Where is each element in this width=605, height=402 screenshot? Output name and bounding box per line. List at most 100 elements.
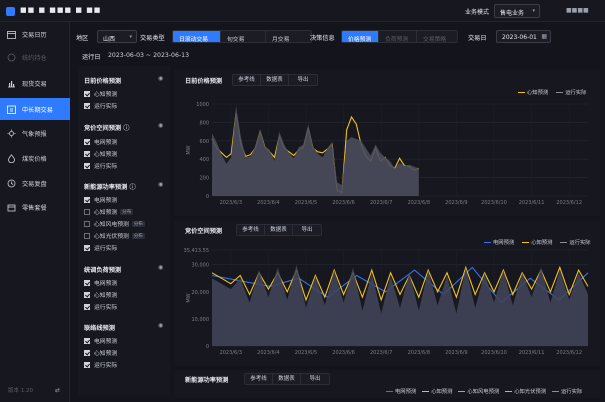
renew-legend: 电网预测 心知预测 心知风电预测 心知光伏预测 运行实际 — [386, 387, 582, 395]
legend-item[interactable]: 心知光伏预测 — [505, 387, 546, 395]
distribution-tag: 分布 — [131, 232, 145, 239]
y-tick-label: 600 — [199, 139, 209, 145]
trade-date-value: 2023-06-01 — [502, 34, 537, 41]
sidebar-item-mid-long[interactable]: 中长期交易 — [0, 98, 70, 120]
tab-export[interactable]: 导出 — [301, 374, 329, 384]
sidebar-item-review[interactable]: 交易复盘 — [0, 172, 70, 194]
checkbox-tie-grid[interactable]: 电网预测 — [84, 336, 117, 345]
price-chart[interactable]: 0 200 400 600 800 1000 MW 2023/6/3 2023/6/4 2023/… — [174, 70, 600, 216]
price-chart-panel: 日前价格预测 参考线 数据表 导出 心知预测 运行实际 0 200 400 600 80… — [174, 70, 600, 216]
legend-item[interactable]: 运行实际 — [552, 387, 582, 395]
checkbox-label: 运行实际 — [94, 104, 118, 110]
eye-icon[interactable]: ◉ — [158, 264, 163, 271]
y-tick-label: 200 — [199, 176, 209, 182]
checkbox-box — [84, 361, 90, 368]
checkbox-box — [84, 90, 90, 97]
renew-chart-title: 新能源功率预测 — [185, 377, 229, 384]
sidebar-item-spot[interactable]: 现货交易 — [0, 72, 70, 94]
trade-date-label: 交易日 — [468, 35, 487, 42]
sidebar-item-position[interactable]: 统约持仓 — [0, 46, 70, 68]
group-title-renew: 新能源功率预测 ⓘ — [84, 184, 136, 191]
filter-bar: 地区 山西 ▾ 交易类型 日滚动交易 旬交易 月交易 决策信息 价格预测 负荷预… — [70, 22, 605, 64]
x-tick-label: 2023/6/12 — [556, 350, 582, 356]
decision-label: 决策信息 — [310, 35, 335, 42]
checkbox-price-actual[interactable]: 运行实际 — [84, 101, 117, 110]
checkbox-renew-xz[interactable]: 心知预测 分布 — [84, 207, 134, 216]
checkbox-renew-grid[interactable]: 电网预测 — [84, 195, 117, 204]
checkbox-bid-xz[interactable]: 心知预测 — [84, 149, 117, 158]
sidebar-item-weather[interactable]: 气象预报 — [0, 122, 70, 144]
checkbox-box — [84, 232, 90, 239]
trade-date-picker[interactable]: 2023-06-01 ▦ — [496, 30, 551, 43]
legend-item[interactable]: 心知风电预测 — [458, 387, 499, 395]
x-tick-label: 2023/6/7 — [370, 350, 392, 356]
decision-price-forecast[interactable]: 价格预测 — [342, 31, 379, 42]
checkbox-bid-grid[interactable]: 电网预测 — [84, 137, 117, 146]
calendar-icon: ▦ — [541, 33, 547, 40]
collapse-icon[interactable]: ⇄ — [55, 387, 60, 394]
decision-load-forecast[interactable]: 负荷预测 — [379, 31, 417, 42]
sidebar-item-calendar[interactable]: 交易日历 — [0, 23, 70, 45]
sidebar-item-label: 交易复盘 — [22, 180, 47, 188]
sidebar-item-coal[interactable]: 煤炭价格 — [0, 147, 70, 169]
checkbox-label: 运行实际 — [94, 363, 118, 369]
checkbox-label: 心知预测 — [94, 210, 118, 216]
trade-type-monthly[interactable]: 月交易 — [266, 31, 311, 42]
checkbox-bid-actual[interactable]: 运行实际 — [84, 161, 117, 170]
history-icon — [7, 179, 16, 188]
checkbox-box — [84, 196, 90, 203]
checkbox-tie-actual[interactable]: 运行实际 — [84, 360, 117, 369]
mode-select[interactable]: 售电业务 ▾ — [494, 4, 540, 18]
user-name[interactable]: ■■■■ — [566, 7, 589, 14]
legend-item[interactable]: 心知预测 — [422, 387, 452, 395]
checkbox-box — [84, 208, 90, 215]
y-tick-label: 10,000 — [192, 317, 210, 323]
x-tick-label: 2023/6/8 — [408, 350, 430, 356]
x-tick-label: 2023/6/3 — [220, 350, 242, 356]
region-select[interactable]: 山西 ▾ — [97, 30, 137, 43]
distribution-tag: 分布 — [131, 220, 145, 227]
x-tick-label: 2023/6/11 — [519, 200, 545, 206]
y-tick-label: 400 — [199, 157, 209, 163]
checkbox-label: 运行实际 — [94, 164, 118, 170]
group-title-tie: 联络线预测 — [84, 325, 115, 332]
checkbox-box — [84, 337, 90, 344]
version-label: 版本 1.20 — [8, 388, 33, 394]
checkbox-renew-actual[interactable]: 运行实际 — [84, 243, 117, 252]
checkbox-box — [84, 303, 90, 310]
decision-strategy[interactable]: 交易策略 — [417, 31, 457, 42]
x-tick-label: 2023/6/6 — [332, 200, 354, 206]
checkbox-load-actual[interactable]: 运行实际 — [84, 302, 117, 311]
app-logo — [6, 7, 15, 16]
checkbox-renew-wind[interactable]: 心知风电预测 分布 — [84, 219, 145, 228]
eye-icon[interactable]: ◉ — [158, 122, 163, 129]
decision-segment: 价格预测 负荷预测 交易策略 — [341, 30, 458, 43]
eye-icon[interactable]: ◉ — [158, 75, 163, 82]
region-label: 地区 — [76, 35, 89, 42]
sidebar-item-label: 统约持仓 — [22, 54, 47, 62]
run-date-range[interactable]: 2023-06-03 ~ 2023-06-13 — [108, 52, 189, 59]
region-select-value: 山西 — [103, 36, 116, 43]
checkbox-label: 心知预测 — [94, 351, 118, 357]
x-tick-label: 2023/6/10 — [481, 350, 507, 356]
bid-chart[interactable]: 0 10,000 20,000 30,000 35,413.55 MW 2023/6/3 20… — [174, 220, 600, 366]
checkbox-tie-xz[interactable]: 心知预测 — [84, 348, 117, 357]
info-icon: ⓘ — [129, 184, 136, 191]
checkbox-renew-solar[interactable]: 心知光伏预测 分布 — [84, 231, 145, 240]
tab-data-table[interactable]: 数据表 — [273, 374, 301, 384]
checkbox-price-xz[interactable]: 心知预测 — [84, 89, 117, 98]
checkbox-label: 电网预测 — [94, 140, 118, 146]
eye-icon[interactable]: ◉ — [158, 181, 163, 188]
y-tick-label: 0 — [206, 194, 209, 200]
checkbox-box — [84, 102, 90, 109]
trade-type-ten-day[interactable]: 旬交易 — [221, 31, 266, 42]
checkbox-load-grid[interactable]: 电网预测 — [84, 278, 117, 287]
legend-item[interactable]: 电网预测 — [386, 387, 416, 395]
checkbox-box — [84, 291, 90, 298]
checkbox-label: 心知风电预测 — [94, 222, 129, 228]
trade-type-daily[interactable]: 日滚动交易 — [173, 31, 221, 42]
sidebar-item-retail[interactable]: 零售套餐 — [0, 196, 70, 218]
tab-reference-line[interactable]: 参考线 — [245, 374, 273, 384]
checkbox-load-xz[interactable]: 心知预测 — [84, 290, 117, 299]
eye-icon[interactable]: ◉ — [158, 322, 163, 329]
